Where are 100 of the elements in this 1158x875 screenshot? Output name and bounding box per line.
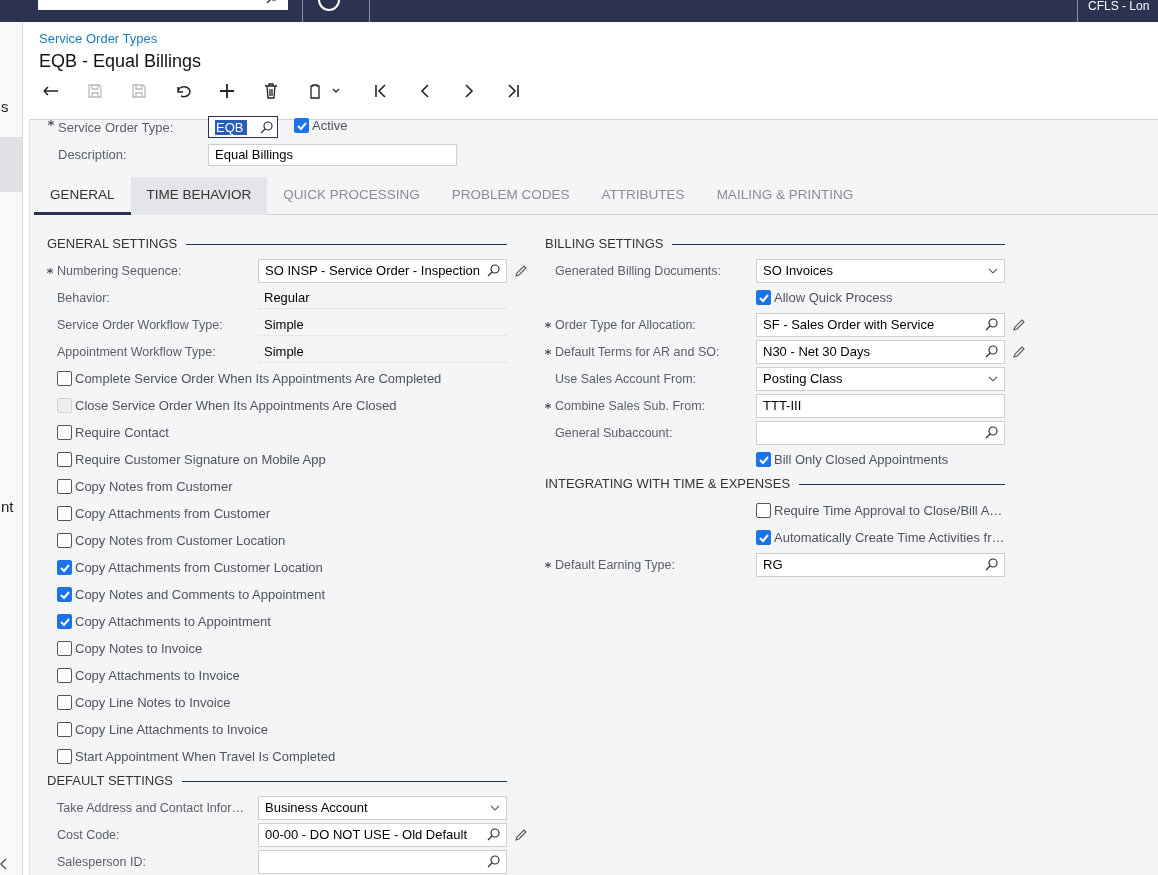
input-field[interactable]: SF - Sales Order with Service — [756, 312, 1005, 337]
checkbox[interactable] — [294, 118, 309, 133]
checkbox-label: Require Customer Signature on Mobile App — [75, 452, 326, 467]
search-icon — [487, 828, 500, 841]
checkbox-label: Require Contact — [75, 425, 169, 440]
section-title: INTEGRATING WITH TIME & EXPENSES — [545, 475, 791, 491]
field-label: Take Address and Contact Infor… — [57, 800, 244, 815]
search-field[interactable] — [38, 0, 288, 10]
back-arrow-icon — [42, 84, 60, 98]
checkbox[interactable] — [57, 479, 72, 494]
pencil-icon[interactable] — [514, 827, 528, 842]
checkbox[interactable] — [57, 614, 72, 629]
section-title: BILLING SETTINGS — [545, 235, 664, 251]
dropdown-field[interactable]: SO Invoices — [756, 258, 1005, 283]
field-label: Behavior: — [57, 290, 110, 305]
input-field[interactable]: N30 - Net 30 Days — [756, 339, 1005, 364]
search-icon — [985, 558, 998, 571]
field-value: Simple — [258, 340, 507, 363]
checkbox[interactable] — [57, 641, 72, 656]
chevron-down-icon — [988, 267, 998, 274]
pencil-icon[interactable] — [1012, 317, 1026, 332]
field-label: Salesperson ID: — [57, 854, 146, 869]
checkbox-label: Bill Only Closed Appointments — [774, 452, 949, 467]
checkbox[interactable] — [57, 425, 72, 440]
checkbox-label: Copy Notes to Invoice — [75, 641, 203, 656]
checkbox[interactable] — [57, 695, 72, 710]
checkbox-label: Close Service Order When Its Appointments Are Closed — [75, 398, 397, 413]
checkbox[interactable] — [756, 503, 771, 518]
checkbox[interactable] — [57, 722, 72, 737]
checkbox-label: Copy Attachments to Invoice — [75, 668, 240, 683]
checkbox[interactable] — [756, 290, 771, 305]
field-label: General Subaccount: — [555, 425, 673, 440]
trash-icon — [264, 83, 278, 99]
field-label: Service Order Type: — [58, 120, 175, 135]
input-field[interactable] — [258, 849, 507, 874]
field-value: Simple — [258, 313, 507, 336]
field-value: Regular — [258, 286, 507, 309]
input-field[interactable]: SO INSP - Service Order - Inspection — [258, 258, 507, 283]
checkbox-label: Require Time Approval to Close/Bill A… — [774, 503, 1003, 518]
dropdown-field[interactable]: Posting Class — [756, 366, 1005, 391]
chevron-down-icon — [490, 804, 500, 811]
field-label: Default Earning Type: — [555, 557, 675, 572]
field-label: Numbering Sequence: — [57, 263, 182, 278]
plus-icon — [219, 83, 235, 99]
checkbox[interactable] — [57, 506, 72, 521]
sidebar-item[interactable]: s — [1, 98, 9, 115]
field-label: Description: — [58, 147, 128, 162]
section-title: GENERAL SETTINGS — [47, 235, 178, 251]
checkbox-label: Copy Notes from Customer Location — [75, 533, 286, 548]
checkbox-label: Copy Attachments to Appointment — [75, 614, 271, 629]
input-field[interactable]: TTT-III — [756, 393, 1005, 418]
first-record-icon — [373, 83, 389, 99]
page-title: EQB - Equal Billings — [39, 50, 203, 73]
field-label: Combine Sales Sub. From: — [555, 398, 706, 413]
field-label: Service Order Workflow Type: — [57, 317, 223, 332]
input-field[interactable]: RG — [756, 552, 1005, 577]
checkbox-label: Copy Notes from Customer — [75, 479, 233, 494]
description-field[interactable]: Equal Billings — [208, 143, 457, 166]
checkbox-label: Start Appointment When Travel Is Completed — [75, 749, 336, 764]
field-label: Order Type for Allocation: — [555, 317, 696, 332]
dropdown-field[interactable]: Business Account — [258, 795, 507, 820]
checkbox-label: Copy Line Attachments to Invoice — [75, 722, 268, 737]
checkbox[interactable] — [57, 533, 72, 548]
breadcrumb-link[interactable]: Service Order Types — [39, 31, 158, 47]
checkbox-label: Copy Notes and Comments to Appointment — [75, 587, 326, 602]
checkbox[interactable] — [756, 452, 771, 467]
checkbox[interactable] — [57, 668, 72, 683]
sidebar-item[interactable]: nt — [1, 498, 14, 515]
checkbox[interactable] — [756, 530, 771, 545]
field-label: Appointment Workflow Type: — [57, 344, 216, 359]
search-icon — [260, 120, 273, 134]
field-label: Generated Billing Documents: — [555, 263, 722, 278]
search-icon — [985, 345, 998, 358]
checkbox[interactable] — [57, 587, 72, 602]
checkbox-label: Active — [312, 118, 348, 133]
tab[interactable]: TIME BEHAVIOR — [130, 177, 268, 215]
checkbox-label: Copy Line Notes to Invoice — [75, 695, 231, 710]
pencil-icon[interactable] — [514, 263, 528, 278]
search-icon — [985, 318, 998, 331]
checkbox-label: Complete Service Order When Its Appointments Are Completed — [75, 371, 442, 386]
pencil-icon[interactable] — [1012, 344, 1026, 359]
input-field[interactable]: 00-00 - DO NOT USE - Old Default — [258, 822, 507, 847]
chevron-down-icon — [988, 375, 998, 382]
checkbox[interactable] — [57, 371, 72, 386]
field-label: Default Terms for AR and SO: — [555, 344, 720, 359]
search-icon — [985, 426, 998, 439]
checkbox[interactable] — [57, 560, 72, 575]
input-field[interactable] — [756, 420, 1005, 445]
checkbox[interactable] — [57, 749, 72, 764]
clipboard-icon — [308, 83, 342, 99]
checkbox-label: Copy Attachments from Customer Location — [75, 560, 323, 575]
checkbox[interactable] — [57, 452, 72, 467]
last-record-icon — [505, 83, 521, 99]
type-field[interactable]: EQB — [208, 116, 278, 138]
undo-icon — [174, 83, 192, 99]
company-selector[interactable]: CFLS - Lon — [1088, 0, 1158, 12]
search-icon — [487, 264, 500, 277]
search-icon — [487, 855, 500, 868]
collapse-icon[interactable] — [0, 858, 8, 870]
checkbox-label: Automatically Create Time Activities fr… — [774, 530, 1005, 545]
